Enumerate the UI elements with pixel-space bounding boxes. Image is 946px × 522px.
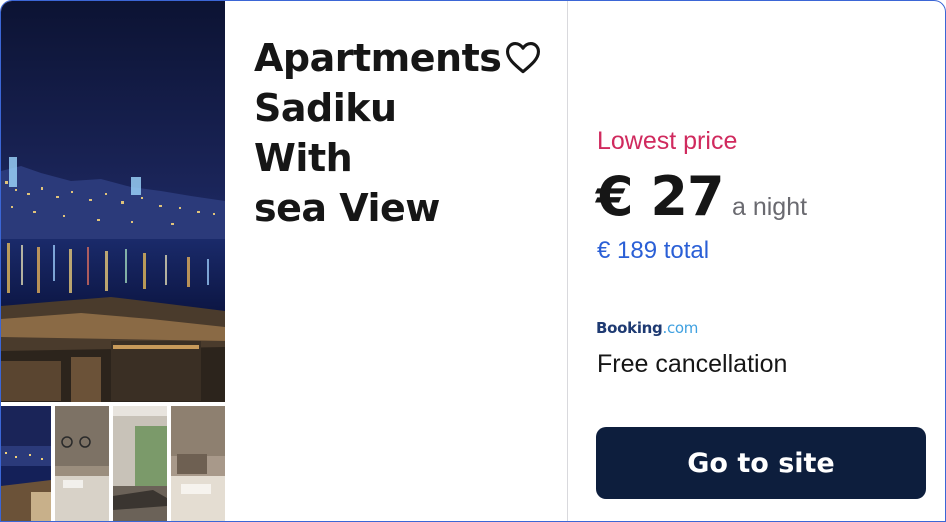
photo-gallery bbox=[1, 1, 225, 521]
provider-name: Booking bbox=[596, 319, 663, 337]
thumbnail-room[interactable] bbox=[171, 406, 225, 521]
hotel-name-line: sea View bbox=[254, 186, 440, 230]
thumbnail-night-view[interactable] bbox=[1, 406, 51, 521]
hotel-result-card[interactable]: Apartments Sadiku With sea View Lowest p… bbox=[0, 0, 946, 522]
hotel-name-line: Sadiku With bbox=[254, 86, 397, 180]
hotel-info: Apartments Sadiku With sea View bbox=[225, 1, 567, 521]
lowest-price-label: Lowest price bbox=[597, 127, 738, 155]
price-panel: Lowest price € 27 a night € 189 total Bo… bbox=[568, 1, 945, 521]
total-price-link[interactable]: € 189 total bbox=[597, 237, 709, 265]
go-to-site-button[interactable]: Go to site bbox=[596, 427, 926, 499]
provider-tld: .com bbox=[662, 319, 699, 337]
thumbnail-strip bbox=[1, 406, 225, 521]
price-amount: € 27 bbox=[596, 165, 725, 228]
save-favorite-button[interactable] bbox=[503, 37, 543, 77]
nightly-price: € 27 a night bbox=[596, 165, 807, 228]
hotel-name[interactable]: Apartments Sadiku With sea View bbox=[254, 33, 502, 233]
heart-outline-icon bbox=[505, 42, 540, 74]
price-unit: a night bbox=[731, 193, 808, 221]
thumbnail-bedroom[interactable] bbox=[55, 406, 109, 521]
cancellation-policy: Free cancellation bbox=[597, 350, 788, 378]
thumbnail-balcony[interactable] bbox=[113, 406, 167, 521]
provider-logo: Booking.com bbox=[596, 319, 698, 337]
main-hotel-photo[interactable] bbox=[1, 1, 225, 402]
hotel-name-line: Apartments bbox=[254, 36, 502, 80]
